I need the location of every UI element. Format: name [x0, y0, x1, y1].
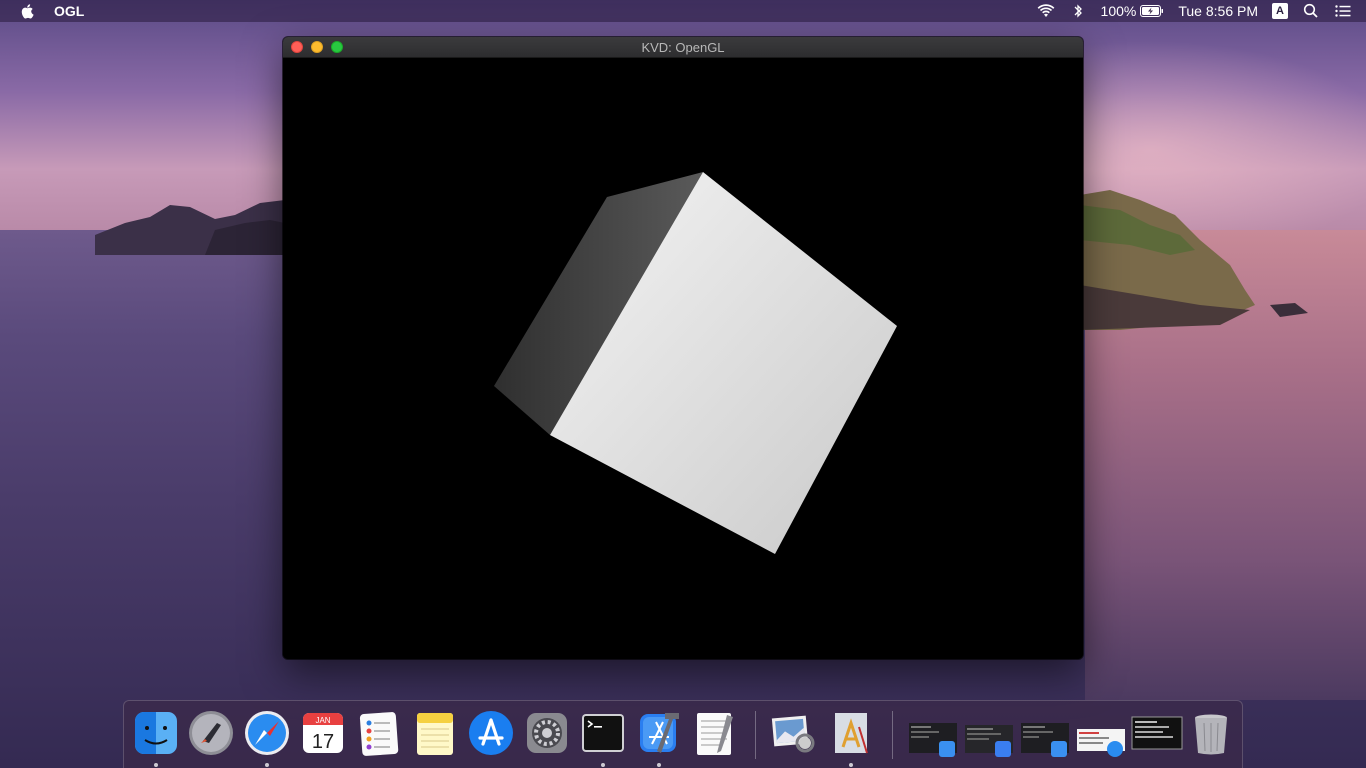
clock[interactable]: Tue 8:56 PM — [1178, 3, 1258, 19]
minimized-window-finder-1[interactable] — [907, 709, 959, 757]
instruments-icon[interactable] — [827, 709, 875, 757]
wifi-icon — [1037, 4, 1054, 17]
battery-charging-icon — [1140, 5, 1164, 17]
safari-icon[interactable] — [243, 709, 291, 757]
dock: JAN 17 — [123, 700, 1243, 768]
launchpad-icon[interactable] — [187, 709, 235, 757]
finder-icon[interactable] — [132, 709, 180, 757]
opengl-window: KVD: OpenGL — [283, 37, 1083, 659]
spotlight-button[interactable] — [1302, 3, 1320, 19]
battery-status[interactable]: 100% — [1101, 3, 1165, 19]
textedit-icon[interactable] — [691, 709, 739, 757]
input-source-icon: A — [1272, 3, 1288, 19]
minimized-window-safari[interactable] — [1075, 709, 1127, 757]
search-icon — [1303, 3, 1318, 18]
calendar-day: 17 — [312, 731, 334, 753]
calendar-month: JAN — [315, 716, 330, 725]
instruments-running-dot — [849, 763, 853, 767]
bluetooth-status[interactable] — [1069, 3, 1087, 19]
opengl-viewport[interactable] — [283, 58, 1083, 659]
menu-extras: 100% Tue 8:56 PM A — [1037, 0, 1366, 22]
minimized-window-xcode[interactable] — [963, 709, 1015, 757]
list-icon — [1335, 5, 1351, 17]
app-store-icon[interactable] — [467, 709, 515, 757]
island-right — [1080, 190, 1308, 330]
active-app-name[interactable]: OGL — [54, 3, 84, 19]
reminders-icon[interactable] — [355, 709, 403, 757]
finder-running-dot — [154, 763, 158, 767]
window-titlebar[interactable]: KVD: OpenGL — [283, 37, 1083, 58]
terminal-icon[interactable] — [579, 709, 627, 757]
apple-menu-icon[interactable] — [19, 2, 37, 20]
wifi-status[interactable] — [1037, 3, 1055, 19]
xcode-icon[interactable] — [635, 709, 683, 757]
minimized-window-terminal[interactable] — [1131, 709, 1183, 757]
xcode-running-dot — [657, 763, 661, 767]
battery-percent: 100% — [1100, 3, 1137, 19]
dock-separator-2 — [892, 711, 893, 759]
rendered-cube — [494, 172, 897, 554]
island-left — [95, 200, 295, 255]
dock-separator — [755, 711, 756, 759]
notification-center-button[interactable] — [1334, 3, 1352, 19]
input-source[interactable]: A — [1272, 3, 1288, 19]
safari-running-dot — [265, 763, 269, 767]
minimized-window-finder-2[interactable] — [1019, 709, 1071, 757]
bluetooth-icon — [1074, 4, 1082, 18]
notes-icon[interactable] — [411, 709, 459, 757]
menu-bar: OGL 100% Tue 8:56 PM A — [0, 0, 1366, 22]
terminal-running-dot — [601, 763, 605, 767]
calendar-icon[interactable]: JAN 17 — [299, 709, 347, 757]
trash-icon[interactable] — [1187, 709, 1235, 757]
system-preferences-icon[interactable] — [523, 709, 571, 757]
window-title: KVD: OpenGL — [641, 40, 725, 55]
preview-icon[interactable] — [769, 709, 817, 757]
